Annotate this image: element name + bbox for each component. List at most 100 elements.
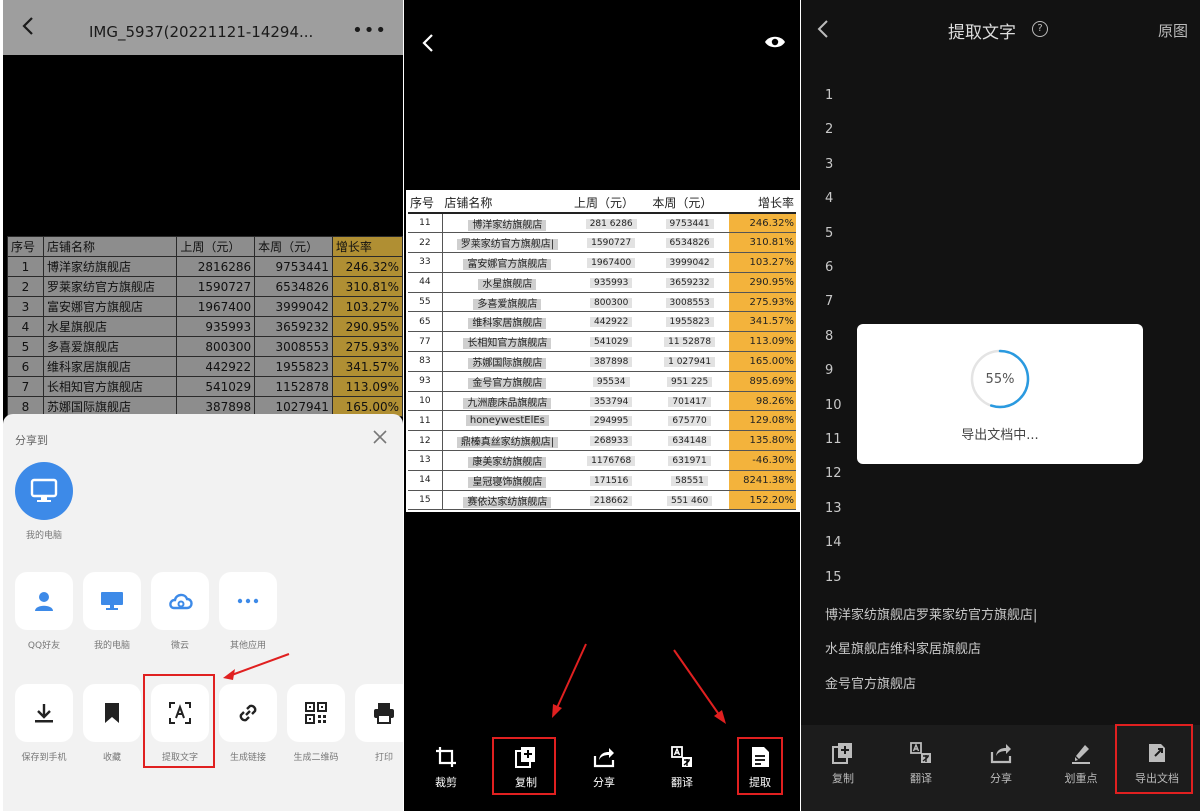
print-button[interactable]: [355, 684, 403, 742]
progress-message: 导出文档中...: [961, 428, 1039, 443]
share-my-computer[interactable]: [83, 572, 141, 630]
more-options-icon[interactable]: •••: [352, 22, 387, 40]
table-cell: 1590727: [176, 276, 256, 297]
my-computer-shortcut[interactable]: [15, 462, 73, 520]
extracted-line[interactable]: 13: [825, 501, 842, 516]
extracted-line[interactable]: 15: [825, 570, 842, 585]
table-cell: 634148: [650, 430, 729, 452]
share-qq-friend[interactable]: [15, 572, 73, 630]
eye-icon[interactable]: [764, 34, 786, 50]
toolbar-share[interactable]: 分享: [969, 742, 1033, 786]
share-icon: [990, 744, 1012, 764]
table-cell: 442922: [571, 311, 651, 333]
extracted-line[interactable]: 5: [825, 226, 833, 241]
extracted-line[interactable]: 4: [825, 191, 833, 206]
extracted-line[interactable]: 14: [825, 535, 842, 550]
table-row: 5 多喜爱旗舰店 800300 3008553 275.93%: [7, 336, 403, 357]
generate-link-button[interactable]: [219, 684, 277, 742]
export-progress-dialog: 55% 导出文档中...: [857, 324, 1143, 464]
extracted-line[interactable]: 水星旗舰店维科家居旗舰店: [825, 638, 981, 657]
table-cell: 15: [408, 490, 443, 511]
table-row: 65 维科家居旗舰店 442922 1955823 341.57%: [408, 311, 796, 333]
cell-text: 3008553: [665, 297, 714, 308]
header-cell: 本周（元）: [650, 193, 729, 214]
table-row: 6 维科家居旗舰店 442922 1955823 341.57%: [7, 356, 403, 377]
back-arrow-icon[interactable]: [418, 32, 440, 54]
table-cell: 675770: [650, 410, 729, 432]
table-cell: 442922: [176, 356, 256, 377]
back-arrow-icon[interactable]: [813, 18, 835, 40]
cell-text: 541029: [590, 337, 633, 348]
extracted-line[interactable]: 2: [825, 122, 833, 137]
cell-text: 苏娜国际旗舰店: [468, 357, 547, 369]
cell-text: 935993: [590, 277, 633, 288]
extracted-line[interactable]: 博洋家纺旗舰店罗莱家纺官方旗舰店|: [825, 604, 1037, 623]
extracted-line[interactable]: 6: [825, 260, 833, 275]
table-row: 4 水星旗舰店 935993 3659232 290.95%: [7, 316, 403, 337]
tile-label: 保存到手机: [21, 753, 67, 763]
table-cell: 113.09%: [728, 331, 796, 353]
table-cell: 赛依达家纺旗舰店: [442, 490, 572, 511]
table-cell: 2816286: [176, 256, 256, 277]
cell-text: 罗莱家纺官方旗舰店|: [456, 239, 559, 251]
close-icon[interactable]: [371, 428, 389, 446]
toolbar-copy[interactable]: 复制: [811, 742, 875, 786]
toolbar-translate[interactable]: 翻译: [889, 742, 953, 786]
toolbar-crop[interactable]: 裁剪: [416, 746, 476, 790]
table-cell: 11 52878: [650, 331, 729, 353]
extracted-line[interactable]: 12: [825, 466, 842, 481]
table-cell: 九洲鹿床品旗舰店: [442, 391, 572, 412]
favorite-button[interactable]: [83, 684, 141, 742]
extracted-line[interactable]: 10: [825, 398, 842, 413]
table-cell: 541029: [571, 331, 651, 353]
cell-text: 701417: [668, 396, 711, 407]
table-cell: 310.81%: [728, 232, 796, 254]
toolbar-translate[interactable]: 翻译: [652, 746, 712, 790]
table-cell: 895.69%: [728, 371, 796, 392]
cell-text: 1955823: [665, 317, 714, 328]
ocr-table: 序号 店铺名称 上周（元） 本周（元） 增长率 11 博洋家纺旗舰店 281 628…: [408, 193, 796, 511]
header-cell: 上周（元）: [176, 236, 256, 257]
table-cell: 9753441: [254, 256, 333, 277]
extracted-line[interactable]: 8: [825, 329, 833, 344]
table-cell: 800300: [571, 292, 651, 313]
table-cell: 10: [408, 391, 443, 412]
cell-text: 九洲鹿床品旗舰店: [463, 397, 552, 409]
extracted-line[interactable]: 1: [825, 88, 833, 103]
table-cell: 博洋家纺旗舰店: [442, 213, 572, 234]
back-arrow-icon[interactable]: [17, 14, 41, 38]
extracted-line[interactable]: 11: [825, 432, 842, 447]
table-cell: 290.95%: [728, 272, 796, 293]
tile-label: 打印: [374, 753, 393, 763]
extracted-line[interactable]: 3: [825, 157, 833, 172]
table-cell: 935993: [571, 272, 651, 293]
tile-label: 我的电脑: [93, 641, 130, 651]
help-icon[interactable]: ?: [1032, 21, 1048, 37]
table-cell: 苏娜国际旗舰店: [442, 351, 572, 372]
cell-text: 634148: [668, 436, 711, 447]
table-cell: 171516: [571, 470, 651, 491]
table-cell: 3999042: [650, 252, 729, 273]
share-weiyun[interactable]: [151, 572, 209, 630]
cell-text: 95534: [592, 376, 630, 387]
table-cell: 8241.38%: [728, 470, 796, 491]
cell-text: 551 460: [666, 495, 713, 506]
toolbar-share[interactable]: 分享: [574, 746, 634, 790]
extracted-line[interactable]: 金号官方旗舰店: [825, 673, 916, 692]
share-other-apps[interactable]: [219, 572, 277, 630]
extracted-line[interactable]: 9: [825, 363, 833, 378]
table-cell: 310.81%: [331, 276, 403, 297]
extracted-line[interactable]: 7: [825, 294, 833, 309]
table-cell: 2: [7, 276, 44, 297]
table-cell: 152.20%: [728, 490, 796, 511]
table-cell: 341.57%: [331, 356, 403, 377]
table-cell: 800300: [176, 336, 256, 357]
toolbar-highlight[interactable]: 划重点: [1049, 742, 1113, 786]
original-image-button[interactable]: 原图: [1158, 20, 1188, 41]
download-icon: [35, 704, 53, 723]
toolbar-label: 翻译: [671, 776, 693, 789]
save-to-phone-button[interactable]: [15, 684, 73, 742]
generate-qrcode-button[interactable]: [287, 684, 345, 742]
translate-icon: [910, 742, 931, 763]
table-cell: 4: [7, 316, 44, 337]
